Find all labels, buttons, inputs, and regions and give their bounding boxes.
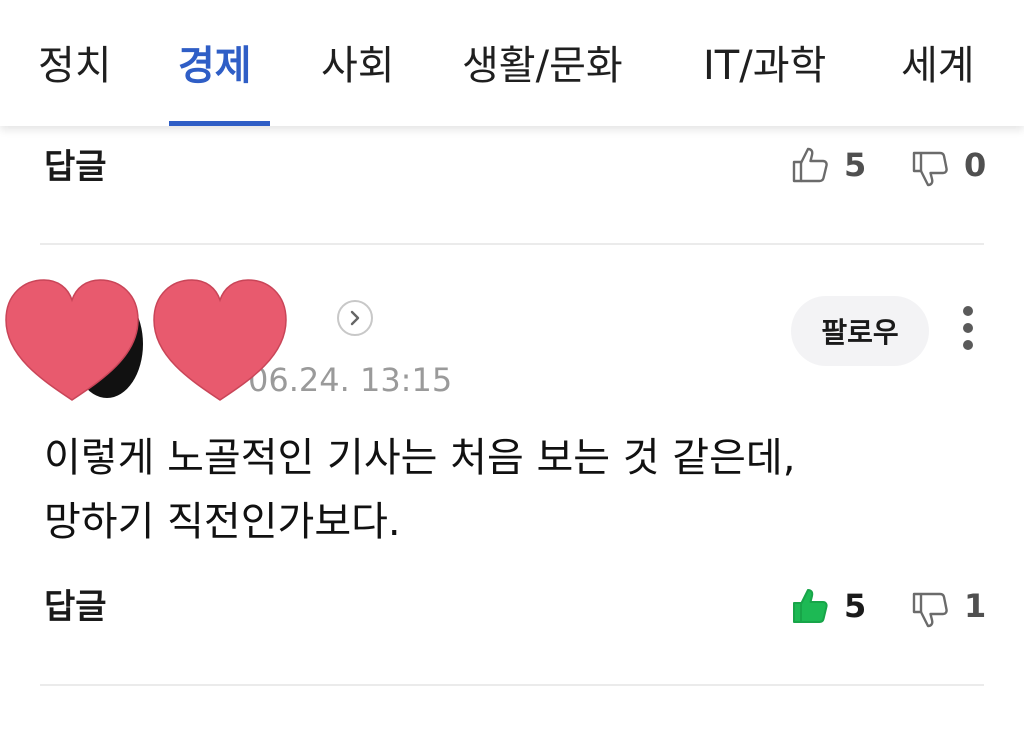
thumbs-down-icon bbox=[910, 145, 950, 187]
comment-divider bbox=[40, 243, 984, 245]
like-button[interactable]: 5 bbox=[790, 143, 866, 187]
profile-link[interactable] bbox=[337, 300, 373, 336]
dislike-count: 1 bbox=[964, 587, 987, 625]
follow-button[interactable]: 팔로우 bbox=[791, 296, 929, 366]
tab-politics[interactable]: 정치 bbox=[38, 38, 112, 94]
comment-line: 이렇게 노골적인 기사는 처음 보는 것 같은데, bbox=[44, 435, 796, 481]
comments-screen: 정치 경제 사회 생활/문화 IT/과학 세계 답글 5 0 ** bbox=[0, 0, 1024, 730]
comment-body: 이렇게 노골적인 기사는 처음 보는 것 같은데, 망하기 직전인가보다. bbox=[44, 426, 984, 554]
heart-sticker bbox=[5, 279, 139, 401]
category-tab-bar: 정치 경제 사회 생활/문화 IT/과학 세계 bbox=[0, 0, 1024, 126]
active-tab-indicator bbox=[169, 121, 270, 126]
thumbs-down-icon bbox=[910, 586, 950, 628]
like-count: 5 bbox=[844, 146, 867, 184]
reply-button[interactable]: 답글 bbox=[44, 585, 107, 629]
tab-economy[interactable]: 경제 bbox=[178, 38, 252, 94]
tab-society[interactable]: 사회 bbox=[321, 38, 395, 94]
more-options-button[interactable] bbox=[952, 304, 984, 352]
more-vertical-icon bbox=[963, 306, 973, 316]
thumbs-up-icon bbox=[790, 586, 830, 626]
dislike-button[interactable]: 0 bbox=[910, 143, 986, 187]
tab-world[interactable]: 세계 bbox=[901, 38, 975, 94]
like-button[interactable]: 5 bbox=[790, 584, 866, 628]
dislike-button[interactable]: 1 bbox=[910, 584, 986, 628]
tab-it-science[interactable]: IT/과학 bbox=[703, 38, 826, 94]
dislike-count: 0 bbox=[964, 146, 987, 184]
comment-line: 망하기 직전인가보다. bbox=[44, 499, 401, 545]
comment-divider bbox=[40, 684, 984, 686]
more-dot bbox=[963, 323, 973, 333]
chevron-right-icon bbox=[350, 310, 360, 326]
tab-life-culture[interactable]: 생활/문화 bbox=[462, 38, 623, 94]
thumbs-up-icon bbox=[790, 145, 830, 185]
heart-sticker bbox=[153, 279, 287, 401]
reply-button[interactable]: 답글 bbox=[44, 145, 107, 189]
like-count: 5 bbox=[844, 587, 867, 625]
more-dot bbox=[963, 340, 973, 350]
